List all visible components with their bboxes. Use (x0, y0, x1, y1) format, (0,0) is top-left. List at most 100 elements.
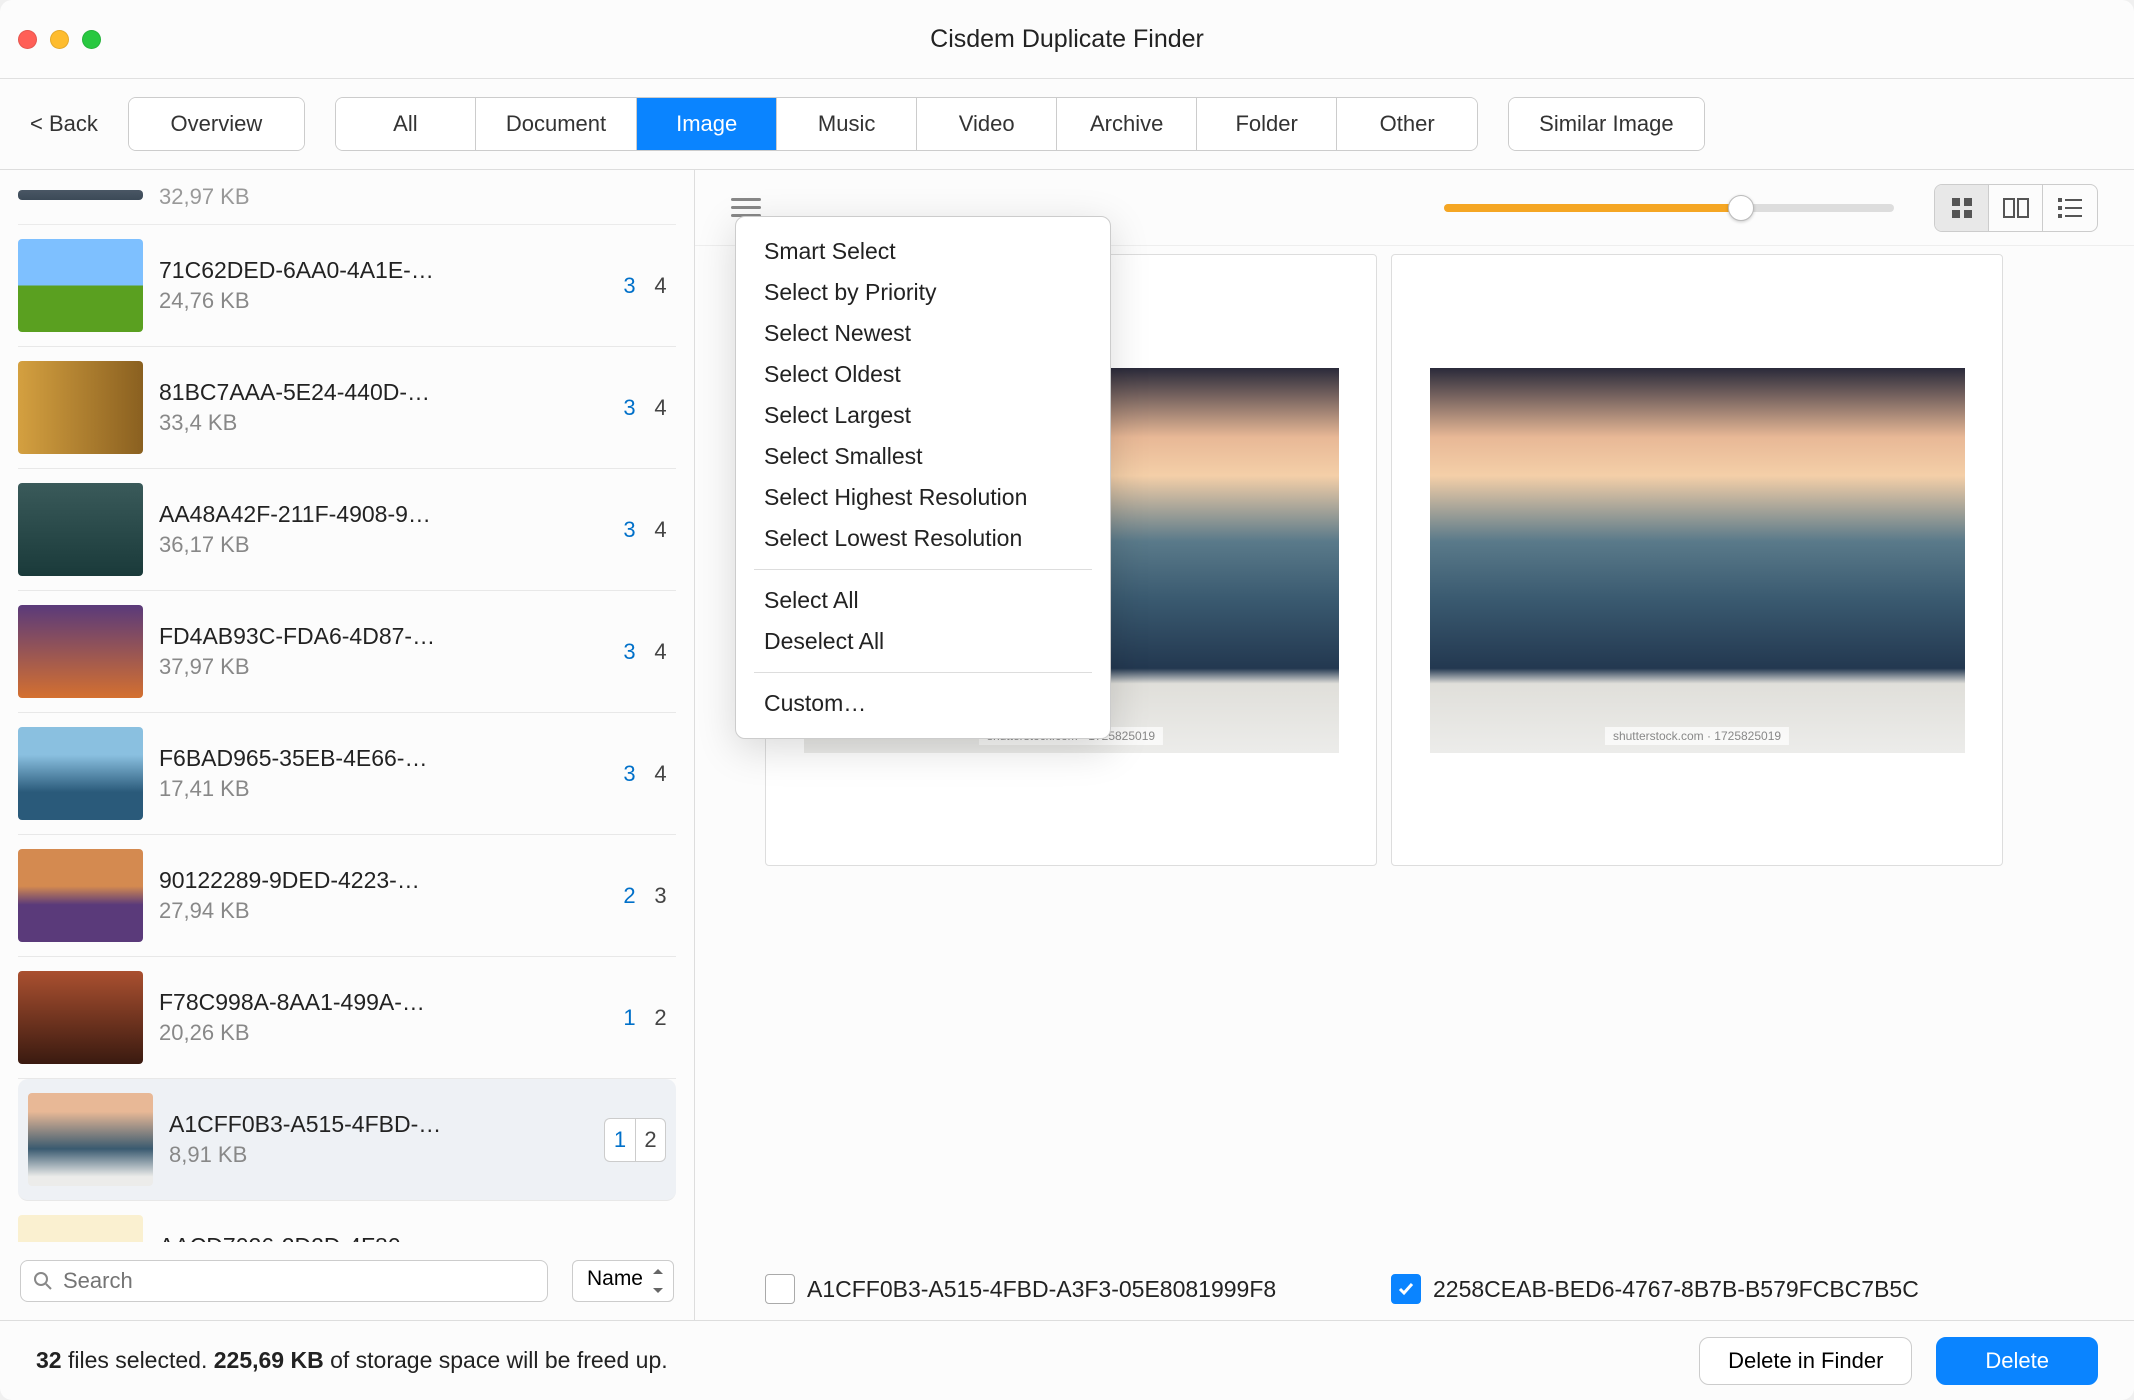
preview-filename-left: A1CFF0B3-A515-4FBD-A3F3-05E8081999F8 (807, 1276, 1276, 1303)
tab-all[interactable]: All (336, 98, 476, 150)
preview-card-right[interactable]: shutterstock.com · 1725825019 (1391, 254, 2003, 866)
preview-label-left: A1CFF0B3-A515-4FBD-A3F3-05E8081999F8 (765, 1274, 1377, 1304)
duplicate-group-item[interactable]: 32,97 KB (18, 180, 676, 225)
group-thumbnail (18, 190, 143, 200)
group-thumbnail (18, 605, 143, 698)
group-selected-count[interactable]: 3 (614, 508, 645, 552)
duplicate-group-item[interactable]: A1CFF0B3-A515-4FBD-… 8,91 KB 12 (18, 1079, 676, 1201)
duplicate-group-list[interactable]: 32,97 KB 71C62DED-6AA0-4A1E-…24,76 KB3481… (0, 170, 694, 1242)
footer-actions: Delete in Finder Delete (1699, 1337, 2098, 1385)
close-window-button[interactable] (18, 30, 37, 49)
duplicate-group-item[interactable]: 81BC7AAA-5E24-440D-…33,4 KB34 (18, 347, 676, 469)
minimize-window-button[interactable] (50, 30, 69, 49)
group-info: 32,97 KB (159, 180, 676, 210)
traffic-lights (18, 30, 101, 49)
menu-select-highest-resolution[interactable]: Select Highest Resolution (736, 477, 1110, 518)
menu-select-all[interactable]: Select All (736, 580, 1110, 621)
group-filename: 71C62DED-6AA0-4A1E-… (159, 257, 469, 284)
overview-button[interactable]: Overview (129, 98, 304, 150)
group-thumbnail (18, 239, 143, 332)
search-box[interactable] (20, 1260, 548, 1302)
group-info: AACD7026-2D2D-4F80-…8,7 KB (159, 1233, 598, 1242)
menu-select-by-priority[interactable]: Select by Priority (736, 272, 1110, 313)
titlebar: Cisdem Duplicate Finder (0, 0, 2134, 79)
preview-checkbox-left[interactable] (765, 1274, 795, 1304)
delete-in-finder-button[interactable]: Delete in Finder (1699, 1337, 1912, 1385)
group-total-count[interactable]: 4 (645, 508, 676, 552)
similar-image-segment: Similar Image (1508, 97, 1704, 151)
group-filename: FD4AB93C-FDA6-4D87-… (159, 623, 469, 650)
menu-deselect-all[interactable]: Deselect All (736, 621, 1110, 662)
group-info: AA48A42F-211F-4908-9…36,17 KB (159, 501, 598, 558)
search-icon (33, 1271, 53, 1291)
tab-folder[interactable]: Folder (1197, 98, 1337, 150)
group-thumbnail (28, 1093, 153, 1186)
similar-image-button[interactable]: Similar Image (1509, 98, 1703, 150)
group-total-count[interactable]: 4 (645, 386, 676, 430)
group-selected-count[interactable]: 3 (614, 386, 645, 430)
group-filename: A1CFF0B3-A515-4FBD-… (169, 1111, 479, 1138)
preview-image-right: shutterstock.com · 1725825019 (1430, 368, 1965, 753)
duplicate-group-item[interactable]: 71C62DED-6AA0-4A1E-…24,76 KB34 (18, 225, 676, 347)
group-selected-count[interactable]: 2 (614, 874, 645, 918)
group-selected-count[interactable]: 3 (614, 752, 645, 796)
group-counts: 34 (614, 508, 676, 552)
thumbnail-size-slider[interactable] (1444, 204, 1894, 212)
menu-custom[interactable]: Custom… (736, 683, 1110, 724)
slider-knob[interactable] (1728, 195, 1754, 221)
group-total-count[interactable]: 4 (645, 630, 676, 674)
group-selected-count[interactable]: 1 (604, 1118, 635, 1162)
tab-archive[interactable]: Archive (1057, 98, 1197, 150)
group-counts: 12 (604, 1118, 666, 1162)
group-size: 27,94 KB (159, 898, 598, 924)
selected-count: 32 (36, 1347, 62, 1373)
sort-select[interactable]: Name (572, 1260, 674, 1302)
duplicate-group-item[interactable]: F6BAD965-35EB-4E66-…17,41 KB34 (18, 713, 676, 835)
freed-size: 225,69 KB (214, 1347, 324, 1373)
app-window: Cisdem Duplicate Finder < Back Overview … (0, 0, 2134, 1400)
tab-video[interactable]: Video (917, 98, 1057, 150)
tab-document[interactable]: Document (476, 98, 637, 150)
group-total-count[interactable]: 2 (635, 1118, 666, 1162)
list-icon (2058, 198, 2082, 218)
menu-select-oldest[interactable]: Select Oldest (736, 354, 1110, 395)
group-total-count[interactable]: 4 (645, 264, 676, 308)
group-total-count[interactable]: 2 (645, 996, 676, 1040)
menu-select-smallest[interactable]: Select Smallest (736, 436, 1110, 477)
preview-checkbox-right[interactable] (1391, 1274, 1421, 1304)
group-selected-count[interactable]: 3 (614, 264, 645, 308)
group-selected-count[interactable]: 3 (614, 630, 645, 674)
group-selected-count[interactable]: 1 (614, 996, 645, 1040)
group-total-count[interactable]: 3 (645, 874, 676, 918)
back-button[interactable]: < Back (30, 111, 98, 137)
menu-select-lowest-resolution[interactable]: Select Lowest Resolution (736, 518, 1110, 559)
category-tabs: All Document Image Music Video Archive F… (335, 97, 1478, 151)
tab-other[interactable]: Other (1337, 98, 1477, 150)
group-total-count[interactable]: 4 (645, 752, 676, 796)
duplicate-group-item[interactable]: AA48A42F-211F-4908-9…36,17 KB 34 (18, 469, 676, 591)
group-size: 8,91 KB (169, 1142, 588, 1168)
menu-select-largest[interactable]: Select Largest (736, 395, 1110, 436)
compare-icon (2003, 198, 2029, 218)
checkmark-icon (1397, 1280, 1415, 1298)
preview-label-right: 2258CEAB-BED6-4767-8B7B-B579FCBC7B5C (1391, 1274, 2003, 1304)
tab-music[interactable]: Music (777, 98, 917, 150)
duplicate-group-item[interactable]: F78C998A-8AA1-499A-…20,26 KB12 (18, 957, 676, 1079)
view-compare-button[interactable] (1989, 185, 2043, 231)
delete-button[interactable]: Delete (1936, 1337, 2098, 1385)
view-list-button[interactable] (2043, 185, 2097, 231)
group-thumbnail (18, 483, 143, 576)
zoom-window-button[interactable] (82, 30, 101, 49)
search-input[interactable] (63, 1268, 535, 1294)
watermark-right: shutterstock.com · 1725825019 (1605, 727, 1789, 745)
menu-smart-select[interactable]: Smart Select (736, 231, 1110, 272)
duplicate-group-item[interactable]: 90122289-9DED-4223-…27,94 KB23 (18, 835, 676, 957)
view-grid-button[interactable] (1935, 185, 1989, 231)
group-counts: 34 (614, 386, 676, 430)
menu-select-newest[interactable]: Select Newest (736, 313, 1110, 354)
preview-labels: A1CFF0B3-A515-4FBD-A3F3-05E8081999F8 225… (695, 1258, 2134, 1320)
preview-filename-right: 2258CEAB-BED6-4767-8B7B-B579FCBC7B5C (1433, 1276, 1919, 1303)
duplicate-group-item[interactable]: AACD7026-2D2D-4F80-…8,7 KB12 (18, 1201, 676, 1242)
duplicate-group-item[interactable]: FD4AB93C-FDA6-4D87-…37,97 KB34 (18, 591, 676, 713)
tab-image[interactable]: Image (637, 98, 777, 150)
